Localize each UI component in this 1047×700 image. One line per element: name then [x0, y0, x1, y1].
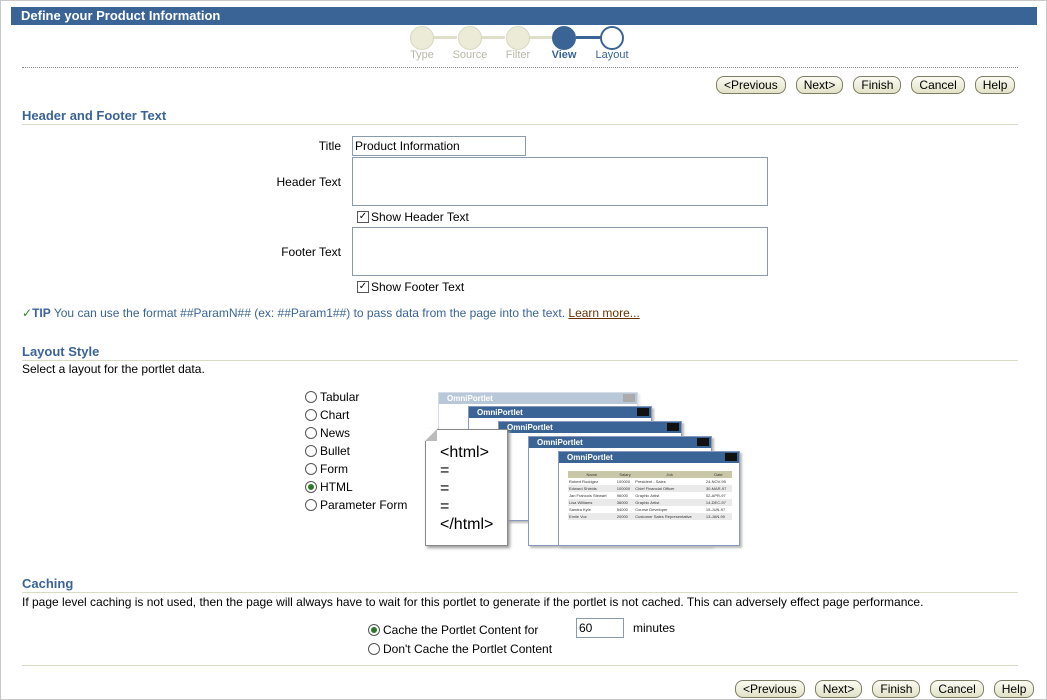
show-header-label: Show Header Text [371, 210, 469, 224]
radio-bullet[interactable] [305, 445, 317, 457]
cache-label: Cache the Portlet Content for [383, 623, 539, 637]
radio-cache[interactable] [368, 624, 380, 636]
layout-style-heading: Layout Style [22, 344, 100, 359]
layout-option-label: Parameter Form [320, 498, 408, 512]
layout-option-news[interactable]: News [305, 426, 350, 440]
preview-table: Name Salary Job Date Robert Rodrigez 1000… [568, 471, 732, 520]
bottom-divider [22, 665, 1018, 666]
title-input[interactable] [352, 136, 526, 156]
layout-option-bullet[interactable]: Bullet [305, 444, 350, 458]
layout-option-form[interactable]: Form [305, 462, 348, 476]
train-stop-layout[interactable] [600, 26, 624, 50]
no-cache-label: Don't Cache the Portlet Content [383, 642, 553, 656]
show-footer-checkbox[interactable]: ✓ [357, 281, 369, 293]
layout-option-label: HTML [320, 480, 353, 494]
train-stop-view [552, 26, 576, 50]
radio-no-cache[interactable] [368, 643, 380, 655]
preview-window-front: OmniPortlet Name Salary Job Date Robert … [558, 451, 740, 546]
layout-style-description: Select a layout for the portlet data. [22, 362, 205, 376]
footer-text-input[interactable] [352, 227, 768, 276]
help-button[interactable]: Help [993, 680, 1035, 698]
finish-button[interactable]: Finish [872, 680, 921, 698]
previous-button[interactable]: <Previous [735, 680, 805, 698]
header-text-label: Header Text [276, 175, 341, 189]
layout-preview-image: OmniPortlet OmniPortlet OmniPortlet Omni… [420, 392, 750, 552]
learn-more-link[interactable]: Learn more... [568, 306, 639, 320]
title-label: Title [318, 139, 341, 153]
train-connector [480, 36, 505, 39]
layout-option-html[interactable]: HTML [305, 480, 353, 494]
show-footer-checkbox-row[interactable]: ✓ Show Footer Text [357, 280, 464, 294]
page-title: Define your Product Information [11, 7, 1037, 25]
train-label-source[interactable]: Source [445, 49, 495, 61]
train-connector [528, 36, 553, 39]
layout-option-tabular[interactable]: Tabular [305, 390, 359, 404]
tip-message: ✓TIP You can use the format ##ParamN## (… [22, 306, 640, 320]
train-divider [22, 67, 1018, 68]
layout-option-label: Chart [320, 408, 350, 422]
top-nav-buttons: <Previous Next> Finish Cancel Help [716, 76, 1016, 94]
train-label-type[interactable]: Type [397, 49, 447, 61]
caching-description: If page level caching is not used, then … [22, 595, 924, 609]
section-divider [22, 592, 1018, 593]
radio-form[interactable] [305, 463, 317, 475]
layout-option-label: Bullet [320, 444, 351, 458]
radio-chart[interactable] [305, 409, 317, 421]
next-button[interactable]: Next> [795, 76, 844, 94]
cancel-button[interactable]: Cancel [930, 680, 984, 698]
caching-heading: Caching [22, 576, 74, 591]
train-connector [576, 36, 601, 39]
section-divider [22, 360, 1018, 361]
section-divider [22, 124, 1018, 125]
cache-option-row[interactable]: Cache the Portlet Content for [368, 623, 538, 637]
cancel-button[interactable]: Cancel [911, 76, 965, 94]
train-label-view: View [551, 49, 577, 61]
minutes-label: minutes [633, 621, 676, 635]
layout-option-label: News [320, 426, 351, 440]
footer-text-label: Footer Text [281, 245, 341, 259]
radio-tabular[interactable] [305, 391, 317, 403]
next-button[interactable]: Next> [814, 680, 863, 698]
layout-option-label: Tabular [320, 390, 360, 404]
layout-option-parameter-form[interactable]: Parameter Form [305, 498, 407, 512]
train-stop-source[interactable] [458, 26, 482, 50]
train-label-filter[interactable]: Filter [493, 49, 543, 61]
train-label-layout[interactable]: Layout [587, 49, 637, 61]
html-document-icon: <html> = = = </html> [425, 429, 508, 546]
bottom-nav-buttons: <Previous Next> Finish Cancel Help [735, 680, 1035, 698]
show-header-checkbox-row[interactable]: ✓ Show Header Text [357, 210, 469, 224]
help-button[interactable]: Help [974, 76, 1016, 94]
show-header-checkbox[interactable]: ✓ [357, 211, 369, 223]
wizard-train: Type Source Filter View Layout [408, 26, 638, 66]
header-text-input[interactable] [352, 157, 768, 206]
layout-option-label: Form [320, 462, 348, 476]
layout-option-chart[interactable]: Chart [305, 408, 349, 422]
tip-label: TIP [32, 306, 51, 320]
radio-parameter-form[interactable] [305, 499, 317, 511]
check-icon: ✓ [22, 306, 33, 320]
train-stop-filter[interactable] [506, 26, 530, 50]
previous-button[interactable]: <Previous [716, 76, 786, 94]
finish-button[interactable]: Finish [853, 76, 902, 94]
radio-news[interactable] [305, 427, 317, 439]
show-footer-label: Show Footer Text [371, 280, 465, 294]
header-footer-heading: Header and Footer Text [22, 108, 167, 123]
tip-text: You can use the format ##ParamN## (ex: #… [53, 306, 566, 320]
radio-html[interactable] [305, 481, 317, 493]
train-connector [432, 36, 457, 39]
train-stop-type[interactable] [410, 26, 434, 50]
cache-minutes-input[interactable] [576, 618, 624, 638]
no-cache-option-row[interactable]: Don't Cache the Portlet Content [368, 642, 552, 656]
